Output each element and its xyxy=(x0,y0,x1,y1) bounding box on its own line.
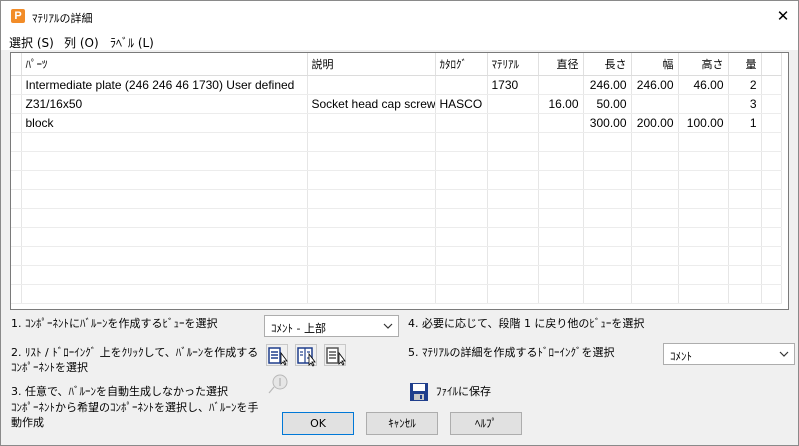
column-header-material[interactable]: ﾏﾃﾘｱﾙ xyxy=(487,53,539,76)
column-header-length[interactable]: 長さ xyxy=(583,53,632,76)
empty-row xyxy=(11,265,782,285)
column-header-quantity[interactable]: 量 xyxy=(728,53,762,76)
list-pointer-icon xyxy=(268,347,288,366)
cell-description xyxy=(307,113,436,133)
cell-quantity: 3 xyxy=(728,94,762,114)
empty-row xyxy=(11,132,782,152)
row-header-corner xyxy=(11,53,22,76)
cell-filler xyxy=(761,94,782,114)
app-icon: P xyxy=(11,9,25,23)
empty-row xyxy=(11,170,782,190)
step3-label-end: 動作成 xyxy=(11,416,44,429)
column-header-part[interactable]: ﾊﾟｰﾂ xyxy=(21,53,308,76)
cell-height xyxy=(678,94,729,114)
cell-diameter: 16.00 xyxy=(538,94,584,114)
cell-part: Z31/16x50 xyxy=(21,94,308,114)
empty-row xyxy=(11,246,782,266)
cell-material: 1730 xyxy=(487,75,539,95)
cell-width xyxy=(631,94,679,114)
empty-row xyxy=(11,208,782,228)
table-header-row: ﾊﾟｰﾂ 説明 ｶﾀﾛｸﾞ ﾏﾃﾘｱﾙ 直径 長さ 幅 高さ 量 xyxy=(11,53,782,76)
chevron-down-icon xyxy=(779,351,789,357)
cell-part: Intermediate plate (246 246 46 1730) Use… xyxy=(21,75,308,95)
cell-quantity: 1 xyxy=(728,113,762,133)
component-balloon-button[interactable] xyxy=(324,344,346,366)
help-button[interactable]: ﾍﾙﾌﾟ xyxy=(450,412,522,435)
cell-diameter xyxy=(538,113,584,133)
cell-filler xyxy=(761,113,782,133)
drawing-pointer-icon xyxy=(297,347,316,367)
step2-label: 2. ﾘｽﾄ / ﾄﾞﾛｰｲﾝｸﾞ 上をｸﾘｯｸして、ﾊﾞﾙｰﾝを作成する xyxy=(11,346,259,359)
empty-row xyxy=(11,284,782,304)
column-header-width[interactable]: 幅 xyxy=(631,53,679,76)
empty-row xyxy=(11,189,782,209)
cell-material xyxy=(487,113,539,133)
step4-label: 4. 必要に応じて、段階 1 に戻り他のﾋﾞｭｰを選択 xyxy=(408,317,645,330)
cell-width: 200.00 xyxy=(631,113,679,133)
column-header-description[interactable]: 説明 xyxy=(307,53,436,76)
title-bar: P ﾏﾃﾘｱﾙの詳細 ✕ xyxy=(1,1,798,32)
table-row[interactable]: Intermediate plate (246 246 46 1730) Use… xyxy=(11,75,782,95)
cell-length: 246.00 xyxy=(583,75,632,95)
row-selector[interactable] xyxy=(11,75,22,95)
cell-length: 300.00 xyxy=(583,113,632,133)
window-title: ﾏﾃﾘｱﾙの詳細 xyxy=(32,12,93,25)
column-header-filler xyxy=(761,53,782,76)
cell-diameter xyxy=(538,75,584,95)
step3-label: 3. 任意で、ﾊﾞﾙｰﾝを自動生成しなかった選択 xyxy=(11,385,229,398)
save-to-file-label: ﾌｧｲﾙに保存 xyxy=(436,385,491,398)
cancel-button[interactable]: ｷｬﾝｾﾙ xyxy=(366,412,438,435)
cell-material xyxy=(487,94,539,114)
list-balloon-button[interactable] xyxy=(266,344,288,366)
step5-label: 5. ﾏﾃﾘｱﾙの詳細を作成するﾄﾞﾛｰｲﾝｸﾞを選択 xyxy=(408,346,615,359)
column-header-height[interactable]: 高さ xyxy=(678,53,729,76)
manual-balloon-button[interactable] xyxy=(266,373,288,395)
save-to-file-button[interactable] xyxy=(408,381,430,403)
ok-button[interactable]: OK xyxy=(282,412,354,435)
materials-table[interactable]: ﾊﾟｰﾂ 説明 ｶﾀﾛｸﾞ ﾏﾃﾘｱﾙ 直径 長さ 幅 高さ 量 Interme… xyxy=(10,52,789,310)
floppy-disk-icon xyxy=(410,383,428,401)
drawing-select[interactable]: ｺﾒﾝﾄ xyxy=(663,343,795,365)
menu-labels[interactable]: ﾗﾍﾞﾙ (L) xyxy=(110,34,154,51)
cell-filler xyxy=(761,75,782,95)
cell-part: block xyxy=(21,113,308,133)
menu-columns[interactable]: 列 (O) xyxy=(64,34,99,51)
empty-row xyxy=(11,227,782,247)
cell-quantity: 2 xyxy=(728,75,762,95)
cell-description: Socket head cap screw xyxy=(307,94,436,114)
step3-label-cont: ｺﾝﾎﾟｰﾈﾝﾄから希望のｺﾝﾎﾟｰﾈﾝﾄを選択し、ﾊﾞﾙｰﾝを手 xyxy=(11,401,259,414)
row-selector[interactable] xyxy=(11,113,22,133)
drawing-select-value: ｺﾒﾝﾄ xyxy=(670,350,692,363)
chevron-down-icon xyxy=(383,323,393,329)
row-selector[interactable] xyxy=(11,94,22,114)
cell-length: 50.00 xyxy=(583,94,632,114)
balloon-icon xyxy=(268,374,288,394)
cell-height: 100.00 xyxy=(678,113,729,133)
component-pointer-icon xyxy=(326,347,346,366)
menu-select[interactable]: 選択 (S) xyxy=(9,34,54,51)
cell-description xyxy=(307,75,436,95)
view-select[interactable]: ｺﾒﾝﾄ - 上部 xyxy=(264,315,399,337)
drawing-balloon-button[interactable] xyxy=(295,344,317,367)
cell-catalog: HASCO xyxy=(435,94,488,114)
step2-label-cont: ｺﾝﾎﾟｰﾈﾝﾄを選択 xyxy=(11,361,88,374)
table-row[interactable]: Z31/16x50 Socket head cap screw HASCO 16… xyxy=(11,94,782,114)
table-row[interactable]: block 300.00 200.00 100.00 1 xyxy=(11,113,782,133)
column-header-catalog[interactable]: ｶﾀﾛｸﾞ xyxy=(435,53,488,76)
cell-catalog xyxy=(435,113,488,133)
empty-row xyxy=(11,151,782,171)
cell-width: 246.00 xyxy=(631,75,679,95)
column-header-diameter[interactable]: 直径 xyxy=(538,53,584,76)
menu-bar: 選択 (S) 列 (O) ﾗﾍﾞﾙ (L) xyxy=(1,32,798,50)
cell-height: 46.00 xyxy=(678,75,729,95)
cell-catalog xyxy=(435,75,488,95)
material-details-dialog: P ﾏﾃﾘｱﾙの詳細 ✕ 選択 (S) 列 (O) ﾗﾍﾞﾙ (L) ﾊﾟｰﾂ … xyxy=(0,0,799,446)
step1-label: 1. ｺﾝﾎﾟｰﾈﾝﾄにﾊﾞﾙｰﾝを作成するﾋﾞｭｰを選択 xyxy=(11,317,218,330)
view-select-value: ｺﾒﾝﾄ - 上部 xyxy=(271,322,326,335)
close-button[interactable]: ✕ xyxy=(768,1,798,32)
